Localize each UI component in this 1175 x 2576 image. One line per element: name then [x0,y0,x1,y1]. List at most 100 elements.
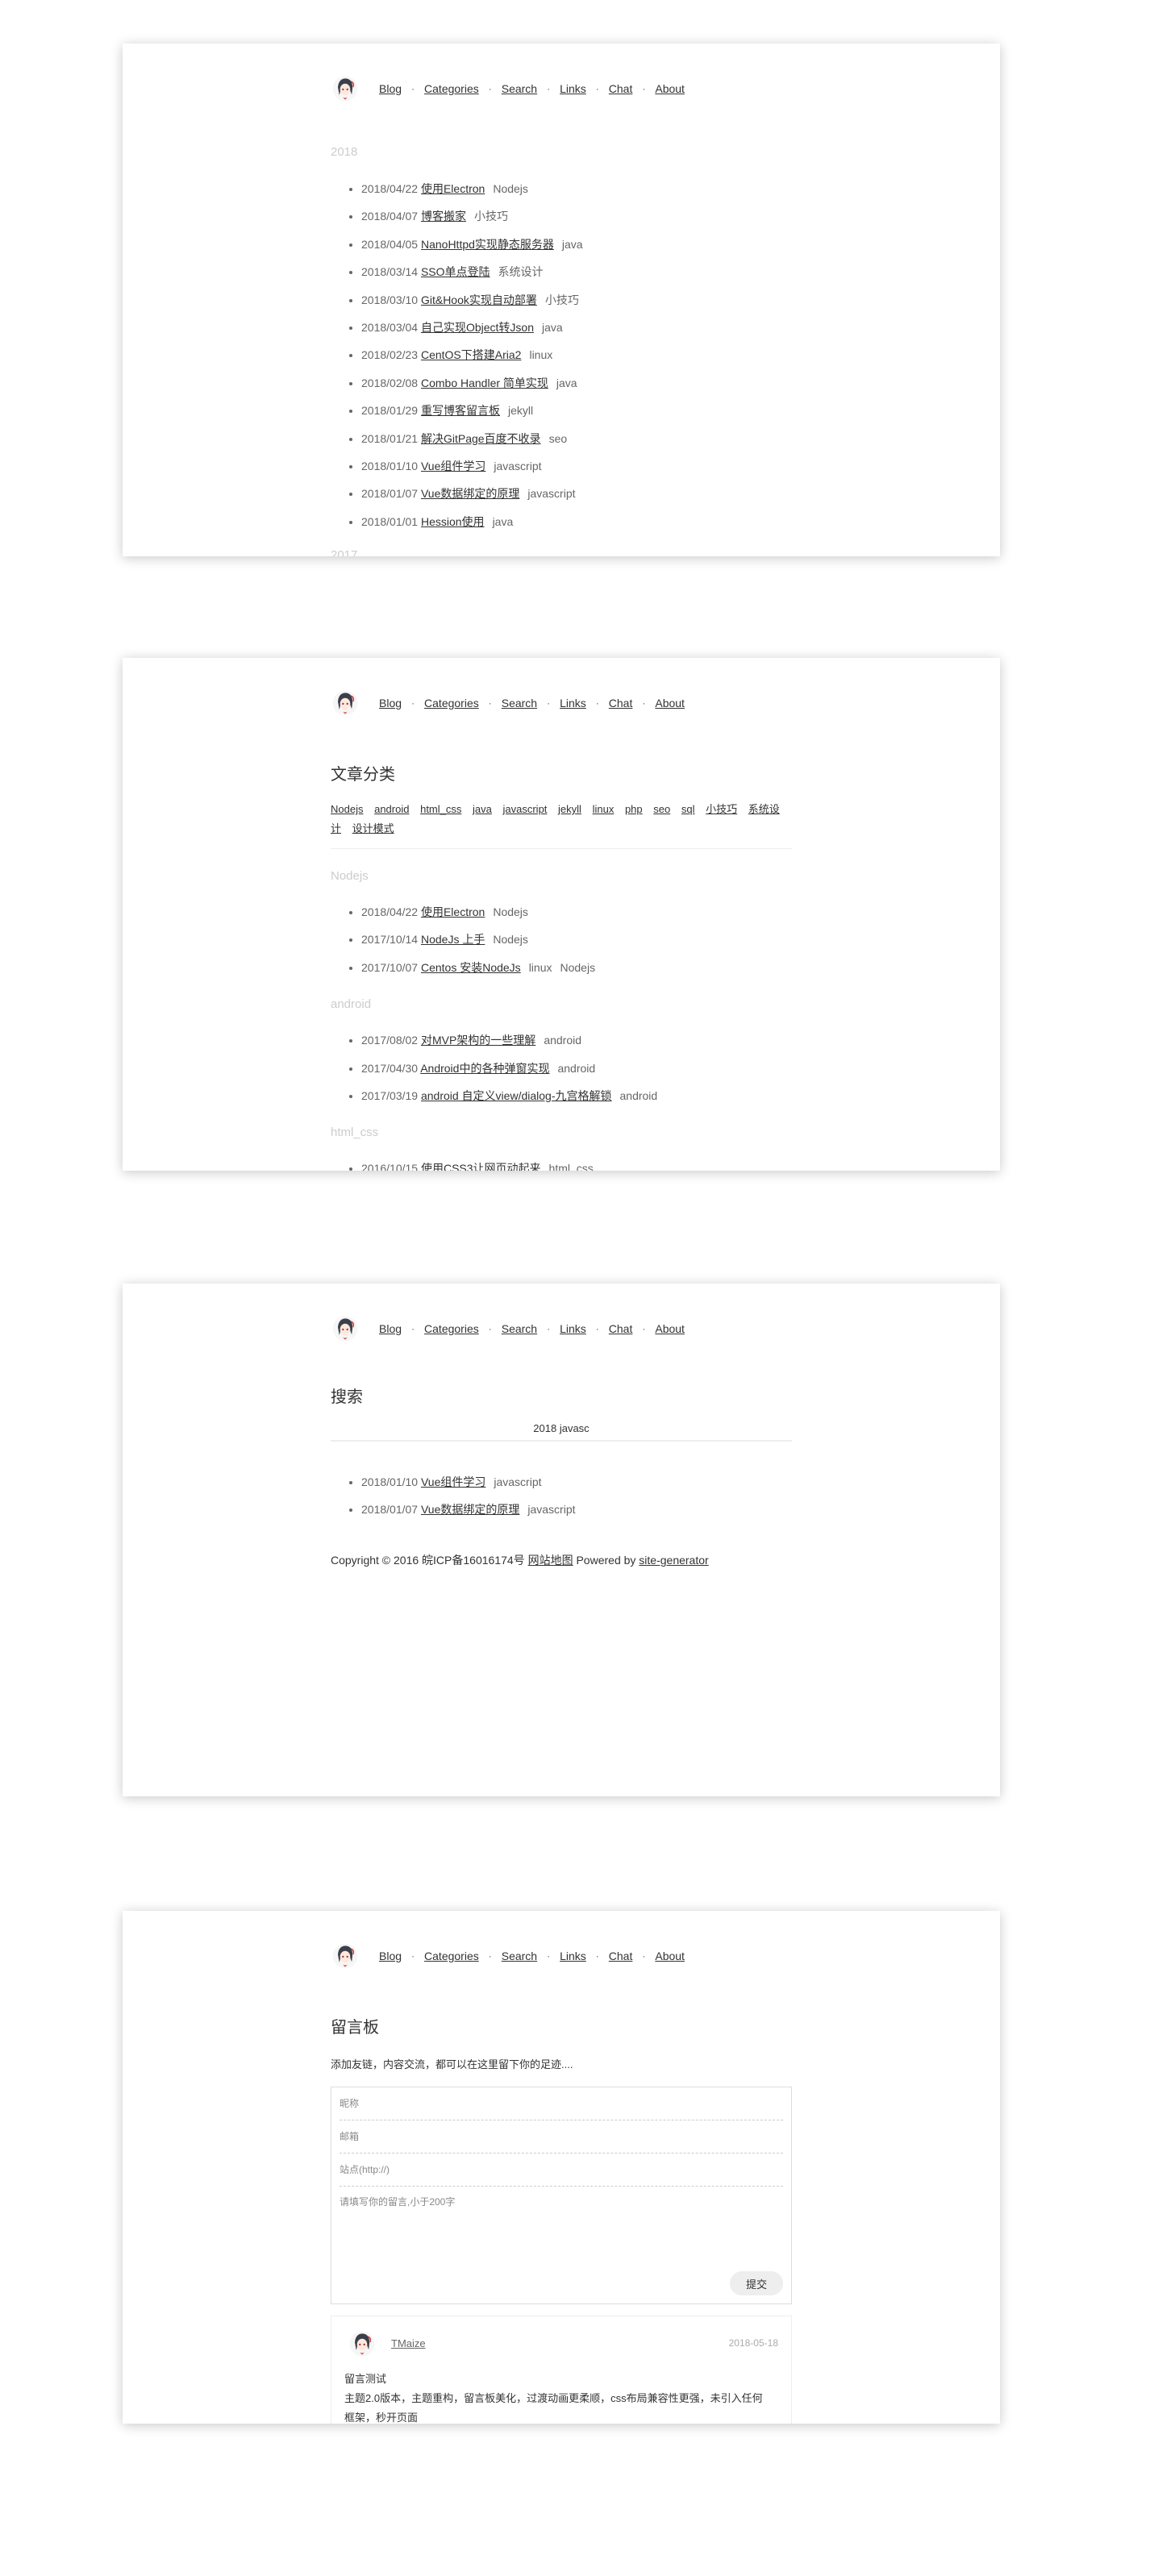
category-tag-link[interactable]: linux [593,803,615,815]
list-item: 2018/01/01 Hession使用 java [361,508,792,535]
nav-categories-link[interactable]: Categories [424,697,479,710]
post-date: 2017/10/07 [361,960,419,974]
post-tag: linux [528,960,552,974]
post-link[interactable]: 重写博客留言板 [421,404,500,417]
category-tag-link[interactable]: 小技巧 [706,803,737,815]
nav-links-link[interactable]: Links [560,697,586,710]
post-link[interactable]: android 自定义view/dialog-九宫格解锁 [421,1089,612,1102]
nav-about-link[interactable]: About [655,82,685,95]
nav-search-link[interactable]: Search [502,1950,537,1962]
nav-about-link[interactable]: About [655,697,685,710]
list-item: 2018/02/08 Combo Handler 简单实现 java [361,369,792,397]
post-link[interactable]: NodeJs 上手 [421,933,485,946]
category-tag-link[interactable]: javascript [503,803,548,815]
nav-blog-link[interactable]: Blog [379,82,402,95]
post-link[interactable]: 解决GitPage百度不收录 [421,432,541,445]
post-link[interactable]: Vue数据绑定的原理 [421,487,519,500]
post-date: 2018/02/08 [361,376,419,389]
post-date: 2018/01/10 [361,1475,419,1488]
generator-link[interactable]: site-generator [639,1554,708,1567]
post-tag: android [557,1061,596,1075]
post-link[interactable]: 博客搬家 [421,210,466,223]
category-tag-link[interactable]: seo [653,803,670,815]
post-link[interactable]: 对MVP架构的一些理解 [421,1034,535,1047]
nav-separator: · [488,697,492,709]
nav-separator: · [642,83,646,94]
message-textarea[interactable]: 请填写你的留言,小于200字 [340,2187,783,2208]
footer: Copyright © 2016 皖ICP备16016174号 网站地图 Pow… [331,1552,792,1568]
nav-chat-link[interactable]: Chat [609,82,633,95]
post-link[interactable]: Vue组件学习 [421,460,485,472]
post-date: 2017/04/30 [361,1061,419,1075]
post-link[interactable]: 使用CSS3让网页动起来 [421,1162,541,1171]
commenter-name[interactable]: TMaize [391,2337,426,2349]
post-link[interactable]: Android中的各种弹窗实现 [420,1062,549,1075]
list-item: 2018/01/07 Vue数据绑定的原理 javascript [361,480,792,507]
nav-blog-link[interactable]: Blog [379,1322,402,1335]
nav-chat-link[interactable]: Chat [609,1950,633,1962]
post-date: 2018/01/07 [361,1503,419,1517]
nav-about-link[interactable]: About [655,1950,685,1962]
category-tag-list: Nodejs android html_css java javascript … [331,800,792,839]
post-date: 2018/04/22 [361,182,419,195]
nav-separator: · [411,1323,415,1334]
nav-separator: · [411,1950,415,1962]
post-link[interactable]: Vue数据绑定的原理 [421,1503,519,1516]
nav-search-link[interactable]: Search [502,1322,537,1335]
nav-search-link[interactable]: Search [502,697,537,710]
search-input[interactable] [331,1416,792,1442]
nav-chat-link[interactable]: Chat [609,1322,633,1335]
list-item: 2018/01/29 重写博客留言板 jekyll [361,397,792,424]
post-tag: Nodejs [493,182,528,195]
post-link[interactable]: 自己实现Object转Json [421,321,534,334]
nav-blog-link[interactable]: Blog [379,697,402,710]
category-tag-link[interactable]: html_css [420,803,461,815]
nav-search-link[interactable]: Search [502,82,537,95]
list-item: 2017/08/02 对MVP架构的一些理解 android [361,1026,792,1054]
nav-chat-link[interactable]: Chat [609,697,633,710]
category-tag-link[interactable]: java [473,803,492,815]
post-link[interactable]: 使用Electron [421,182,485,195]
nav-categories-link[interactable]: Categories [424,1950,479,1962]
nav-blog-link[interactable]: Blog [379,1950,402,1962]
chat-page-panel: Blog · Categories · Search · Links · Chat · About … [123,1911,1000,2424]
sitemap-link[interactable]: 网站地图 [528,1554,573,1567]
post-link[interactable]: Hession使用 [421,515,485,528]
email-input[interactable]: 邮箱 [340,2120,783,2154]
site-logo[interactable] [331,1314,360,1343]
nickname-input[interactable]: 昵称 [340,2087,783,2120]
category-tag-link[interactable]: jekyll [558,803,581,815]
post-link[interactable]: SSO单点登陆 [421,265,490,278]
post-link[interactable]: CentOS下搭建Aria2 [421,348,521,361]
post-link[interactable]: Git&Hook实现自动部署 [421,293,537,306]
nav-links-link[interactable]: Links [560,82,586,95]
list-item: 2017/10/07 Centos 安装NodeJs linux Nodejs [361,954,792,981]
site-logo[interactable] [331,1941,360,1970]
category-tag-link[interactable]: php [625,803,643,815]
list-item: 2018/03/04 自己实现Object转Json java [361,314,792,341]
post-link[interactable]: NanoHttpd实现静态服务器 [421,238,554,251]
site-logo[interactable] [331,689,360,718]
post-date: 2018/03/14 [361,265,419,279]
nav-separator: · [642,1323,646,1334]
post-link[interactable]: 使用Electron [421,905,485,918]
nav-separator: · [488,83,492,94]
category-tag-link[interactable]: sql [681,803,695,815]
site-logo[interactable] [331,74,360,103]
post-link[interactable]: Combo Handler 简单实现 [421,377,548,389]
submit-button[interactable]: 提交 [730,2271,783,2295]
post-date: 2018/04/07 [361,210,419,223]
category-tag-link[interactable]: android [374,803,409,815]
category-tag-link[interactable]: Nodejs [331,803,363,815]
nav-separator: · [547,1323,551,1334]
nav-about-link[interactable]: About [655,1322,685,1335]
post-link[interactable]: Vue组件学习 [421,1475,485,1488]
nav-links-link[interactable]: Links [560,1322,586,1335]
site-input[interactable]: 站点(http://) [340,2154,783,2187]
post-link[interactable]: Centos 安装NodeJs [421,961,521,974]
nav-categories-link[interactable]: Categories [424,82,479,95]
avatar-icon [332,1316,358,1342]
category-tag-link[interactable]: 设计模式 [352,822,394,834]
nav-categories-link[interactable]: Categories [424,1322,479,1335]
nav-links-link[interactable]: Links [560,1950,586,1962]
